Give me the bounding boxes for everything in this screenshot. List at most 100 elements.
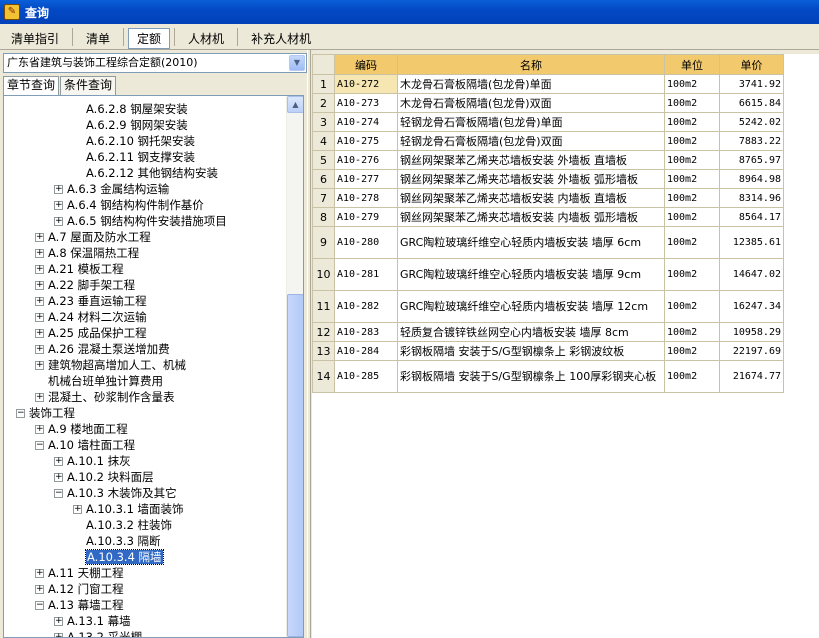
row-number[interactable]: 11 <box>312 290 335 323</box>
tree-node[interactable]: + A.23 垂直运输工程 <box>4 293 286 309</box>
cell-name[interactable]: 木龙骨石膏板隔墙(包龙骨)单面 <box>397 74 665 94</box>
cell-unit[interactable]: 100m2 <box>664 74 720 94</box>
tree-node[interactable]: + A.6.4 钢结构构件制作基价 <box>4 197 286 213</box>
tree-node-label[interactable]: A.24 材料二次运输 <box>48 310 147 324</box>
expand-icon[interactable]: + <box>35 425 44 434</box>
panel-splitter[interactable] <box>307 50 311 638</box>
table-row[interactable]: 3 A10-274 轻钢龙骨石膏板隔墙(包龙骨)单面 100m2 5242.02 <box>312 112 784 132</box>
tree-node-label[interactable]: A.10.1 抹灰 <box>67 454 131 468</box>
cell-name[interactable]: 轻钢龙骨石膏板隔墙(包龙骨)单面 <box>397 112 665 132</box>
tree-node-label[interactable]: A.7 屋面及防水工程 <box>48 230 151 244</box>
tree-node[interactable]: 机械台班单独计算费用 <box>4 373 286 389</box>
cell-name[interactable]: GRC陶粒玻璃纤维空心轻质内墙板安装 墙厚 12cm <box>397 290 665 323</box>
tab-bill[interactable]: 清单 <box>77 28 119 49</box>
cell-price[interactable]: 14647.02 <box>719 258 784 291</box>
tree-node-label[interactable]: A.6.3 金属结构运输 <box>67 182 169 196</box>
tree-node-label[interactable]: A.6.2.8 钢屋架安装 <box>86 102 188 116</box>
cell-price[interactable]: 6615.84 <box>719 93 784 113</box>
table-row[interactable]: 14 A10-285 彩钢板隔墙 安装于S/G型钢檩条上 100厚彩钢夹心板 100m… <box>312 360 784 393</box>
tree-node[interactable]: − A.10 墙柱面工程 <box>4 437 286 453</box>
row-number[interactable]: 2 <box>312 93 335 113</box>
cell-unit[interactable]: 100m2 <box>664 360 720 393</box>
cell-unit[interactable]: 100m2 <box>664 188 720 208</box>
scroll-up-icon[interactable]: ▲ <box>287 96 303 113</box>
cell-name[interactable]: 钢丝网架聚苯乙烯夹芯墙板安装 外墙板 直墙板 <box>397 150 665 170</box>
collapse-icon[interactable]: − <box>35 441 44 450</box>
tree-node-label[interactable]: A.6.2.10 钢托架安装 <box>86 134 195 148</box>
cell-unit[interactable]: 100m2 <box>664 290 720 323</box>
expand-icon[interactable]: + <box>73 505 82 514</box>
cell-unit[interactable]: 100m2 <box>664 131 720 151</box>
tree-node[interactable]: + A.26 混凝土泵送增加费 <box>4 341 286 357</box>
cell-name[interactable]: 轻质复合镀锌铁丝网空心内墙板安装 墙厚 8cm <box>397 322 665 342</box>
cell-unit[interactable]: 100m2 <box>664 150 720 170</box>
tree-node-label[interactable]: A.12 门窗工程 <box>48 582 124 596</box>
scroll-thumb[interactable] <box>287 294 303 637</box>
cell-unit[interactable]: 100m2 <box>664 112 720 132</box>
expand-icon[interactable]: + <box>35 393 44 402</box>
row-number[interactable]: 14 <box>312 360 335 393</box>
tab-supplement-lmm[interactable]: 补充人材机 <box>242 28 320 49</box>
expand-icon[interactable]: + <box>35 569 44 578</box>
tree-node[interactable]: A.6.2.11 钢支撑安装 <box>4 149 286 165</box>
cell-code[interactable]: A10-284 <box>334 341 398 361</box>
expand-icon[interactable]: + <box>35 329 44 338</box>
chevron-down-icon[interactable]: ▼ <box>289 55 305 71</box>
tree-node-label[interactable]: A.10 墙柱面工程 <box>48 438 135 452</box>
tree-node-label[interactable]: A.22 脚手架工程 <box>48 278 135 292</box>
cell-price[interactable]: 21674.77 <box>719 360 784 393</box>
row-number[interactable]: 7 <box>312 188 335 208</box>
cell-code[interactable]: A10-279 <box>334 207 398 227</box>
table-row[interactable]: 7 A10-278 钢丝网架聚苯乙烯夹芯墙板安装 内墙板 直墙板 100m2 8314.… <box>312 188 784 208</box>
cell-code[interactable]: A10-285 <box>334 360 398 393</box>
tree-node-label[interactable]: A.13.1 幕墙 <box>67 614 131 628</box>
tree-node[interactable]: − A.13 幕墙工程 <box>4 597 286 613</box>
table-row[interactable]: 9 A10-280 GRC陶粒玻璃纤维空心轻质内墙板安装 墙厚 6cm 100m2 12… <box>312 226 784 259</box>
cell-code[interactable]: A10-282 <box>334 290 398 323</box>
cell-code[interactable]: A10-283 <box>334 322 398 342</box>
cell-code[interactable]: A10-276 <box>334 150 398 170</box>
col-header-name[interactable]: 名称 <box>397 54 665 75</box>
tree-node[interactable]: + A.12 门窗工程 <box>4 581 286 597</box>
cell-price[interactable]: 16247.34 <box>719 290 784 323</box>
tree-node[interactable]: + A.6.5 钢结构构件安装措施项目 <box>4 213 286 229</box>
tree-node[interactable]: + A.25 成品保护工程 <box>4 325 286 341</box>
cell-name[interactable]: GRC陶粒玻璃纤维空心轻质内墙板安装 墙厚 6cm <box>397 226 665 259</box>
col-header-unit[interactable]: 单位 <box>664 54 720 75</box>
table-row[interactable]: 1 A10-272 木龙骨石膏板隔墙(包龙骨)单面 100m2 3741.92 <box>312 74 784 94</box>
tree-node[interactable]: + A.6.3 金属结构运输 <box>4 181 286 197</box>
row-number[interactable]: 12 <box>312 322 335 342</box>
cell-unit[interactable]: 100m2 <box>664 93 720 113</box>
cell-code[interactable]: A10-281 <box>334 258 398 291</box>
row-number[interactable]: 3 <box>312 112 335 132</box>
cell-unit[interactable]: 100m2 <box>664 169 720 189</box>
tab-condition-query[interactable]: 条件查询 <box>60 76 117 95</box>
cell-code[interactable]: A10-277 <box>334 169 398 189</box>
cell-code[interactable]: A10-272 <box>334 74 398 94</box>
expand-icon[interactable]: + <box>54 185 63 194</box>
tree-node-label[interactable]: A.23 垂直运输工程 <box>48 294 147 308</box>
expand-icon[interactable]: + <box>54 617 63 626</box>
tree-node-label[interactable]: A.11 天棚工程 <box>48 566 124 580</box>
col-header-code[interactable]: 编码 <box>334 54 398 75</box>
tree-node[interactable]: + A.13.1 幕墙 <box>4 613 286 629</box>
tree-node-label[interactable]: A.6.2.12 其他钢结构安装 <box>86 166 218 180</box>
table-row[interactable]: 12 A10-283 轻质复合镀锌铁丝网空心内墙板安装 墙厚 8cm 100m2 109… <box>312 322 784 342</box>
tree-node-label[interactable]: A.10.3.3 隔断 <box>86 534 161 548</box>
expand-icon[interactable]: + <box>54 201 63 210</box>
cell-price[interactable]: 8964.98 <box>719 169 784 189</box>
tree-node-label[interactable]: A.6.2.11 钢支撑安装 <box>86 150 195 164</box>
tree-node-label[interactable]: A.25 成品保护工程 <box>48 326 147 340</box>
tree-node[interactable]: + A.24 材料二次运输 <box>4 309 286 325</box>
expand-icon[interactable]: + <box>35 297 44 306</box>
row-number[interactable]: 6 <box>312 169 335 189</box>
tree-node[interactable]: + A.10.2 块料面层 <box>4 469 286 485</box>
row-number[interactable]: 5 <box>312 150 335 170</box>
tree-node[interactable]: + A.10.1 抹灰 <box>4 453 286 469</box>
table-row[interactable]: 11 A10-282 GRC陶粒玻璃纤维空心轻质内墙板安装 墙厚 12cm 100m2… <box>312 290 784 323</box>
expand-icon[interactable]: + <box>54 633 63 637</box>
tree-node-label[interactable]: A.10.3.4 隔墙 <box>85 549 164 565</box>
cell-name[interactable]: 木龙骨石膏板隔墙(包龙骨)双面 <box>397 93 665 113</box>
tree-node-label[interactable]: A.8 保温隔热工程 <box>48 246 139 260</box>
cell-price[interactable]: 8314.96 <box>719 188 784 208</box>
